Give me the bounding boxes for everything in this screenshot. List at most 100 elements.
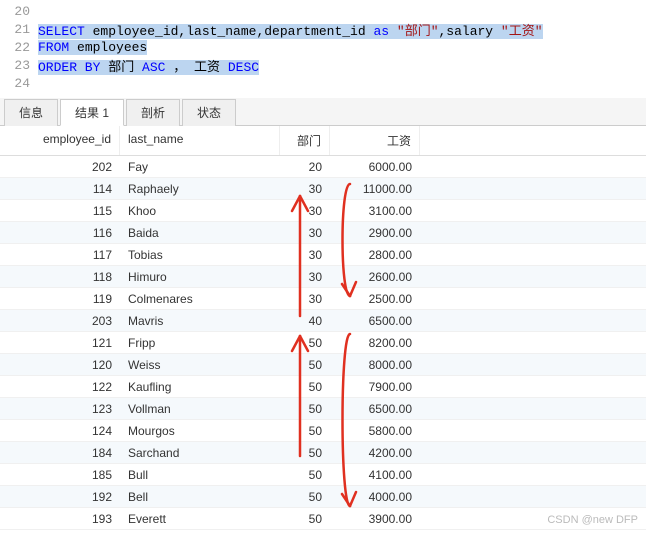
cell-dept: 50 bbox=[280, 510, 330, 528]
cell-last_name: Mourgos bbox=[120, 422, 280, 440]
column-header-salary[interactable]: 工资 bbox=[330, 126, 420, 155]
cell-last_name: Fay bbox=[120, 158, 280, 176]
table-row[interactable]: 202Fay206000.00 bbox=[0, 156, 646, 178]
cell-employee_id: 114 bbox=[0, 180, 120, 198]
tab-信息[interactable]: 信息 bbox=[4, 99, 58, 126]
cell-employee_id: 192 bbox=[0, 488, 120, 506]
table-row[interactable]: 121Fripp508200.00 bbox=[0, 332, 646, 354]
cell-last_name: Khoo bbox=[120, 202, 280, 220]
line-number: 21 bbox=[0, 22, 38, 37]
table-row[interactable]: 192Bell504000.00 bbox=[0, 486, 646, 508]
table-row[interactable]: 115Khoo303100.00 bbox=[0, 200, 646, 222]
cell-salary: 4100.00 bbox=[330, 466, 420, 484]
table-row[interactable]: 123Vollman506500.00 bbox=[0, 398, 646, 420]
cell-salary: 2500.00 bbox=[330, 290, 420, 308]
cell-salary: 6000.00 bbox=[330, 158, 420, 176]
cell-dept: 20 bbox=[280, 158, 330, 176]
column-header-last_name[interactable]: last_name bbox=[120, 126, 280, 155]
result-grid: employee_idlast_name部门工资 202Fay206000.00… bbox=[0, 126, 646, 530]
grid-header: employee_idlast_name部门工资 bbox=[0, 126, 646, 156]
cell-dept: 30 bbox=[280, 268, 330, 286]
code-content[interactable]: ORDER BY 部门 ASC ， 工资 DESC bbox=[38, 56, 259, 75]
line-number: 23 bbox=[0, 58, 38, 73]
cell-employee_id: 122 bbox=[0, 378, 120, 396]
table-row[interactable]: 203Mavris406500.00 bbox=[0, 310, 646, 332]
cell-last_name: Weiss bbox=[120, 356, 280, 374]
cell-employee_id: 184 bbox=[0, 444, 120, 462]
cell-dept: 50 bbox=[280, 422, 330, 440]
cell-salary: 8000.00 bbox=[330, 356, 420, 374]
cell-employee_id: 121 bbox=[0, 334, 120, 352]
cell-employee_id: 118 bbox=[0, 268, 120, 286]
cell-salary: 11000.00 bbox=[330, 180, 420, 198]
cell-salary: 2800.00 bbox=[330, 246, 420, 264]
cell-salary: 3900.00 bbox=[330, 510, 420, 528]
line-number: 20 bbox=[0, 4, 38, 19]
cell-salary: 2600.00 bbox=[330, 268, 420, 286]
editor-line[interactable]: 22FROM employees bbox=[0, 38, 646, 56]
cell-dept: 50 bbox=[280, 444, 330, 462]
editor-line[interactable]: 20 bbox=[0, 2, 646, 20]
cell-dept: 30 bbox=[280, 246, 330, 264]
table-row[interactable]: 117Tobias302800.00 bbox=[0, 244, 646, 266]
cell-employee_id: 185 bbox=[0, 466, 120, 484]
cell-last_name: Bell bbox=[120, 488, 280, 506]
cell-employee_id: 123 bbox=[0, 400, 120, 418]
cell-employee_id: 117 bbox=[0, 246, 120, 264]
tab-状态[interactable]: 状态 bbox=[182, 99, 236, 126]
cell-salary: 8200.00 bbox=[330, 334, 420, 352]
code-content[interactable]: FROM employees bbox=[38, 40, 147, 55]
cell-salary: 5800.00 bbox=[330, 422, 420, 440]
cell-salary: 7900.00 bbox=[330, 378, 420, 396]
tab-剖析[interactable]: 剖析 bbox=[126, 99, 180, 126]
cell-salary: 6500.00 bbox=[330, 400, 420, 418]
table-row[interactable]: 114Raphaely3011000.00 bbox=[0, 178, 646, 200]
cell-dept: 30 bbox=[280, 290, 330, 308]
cell-last_name: Baida bbox=[120, 224, 280, 242]
result-tabs: 信息结果 1剖析状态 bbox=[0, 98, 646, 126]
cell-employee_id: 116 bbox=[0, 224, 120, 242]
cell-dept: 30 bbox=[280, 224, 330, 242]
cell-dept: 30 bbox=[280, 180, 330, 198]
cell-employee_id: 119 bbox=[0, 290, 120, 308]
cell-dept: 50 bbox=[280, 488, 330, 506]
cell-dept: 50 bbox=[280, 334, 330, 352]
cell-salary: 2900.00 bbox=[330, 224, 420, 242]
cell-last_name: Raphaely bbox=[120, 180, 280, 198]
table-row[interactable]: 119Colmenares302500.00 bbox=[0, 288, 646, 310]
editor-line[interactable]: 21SELECT employee_id,last_name,departmen… bbox=[0, 20, 646, 38]
table-row[interactable]: 185Bull504100.00 bbox=[0, 464, 646, 486]
cell-salary: 3100.00 bbox=[330, 202, 420, 220]
cell-salary: 4200.00 bbox=[330, 444, 420, 462]
sql-editor[interactable]: 2021SELECT employee_id,last_name,departm… bbox=[0, 0, 646, 94]
line-number: 22 bbox=[0, 40, 38, 55]
column-header-dept[interactable]: 部门 bbox=[280, 126, 330, 155]
cell-employee_id: 115 bbox=[0, 202, 120, 220]
cell-employee_id: 120 bbox=[0, 356, 120, 374]
tab-结果 1[interactable]: 结果 1 bbox=[60, 99, 124, 126]
table-row[interactable]: 124Mourgos505800.00 bbox=[0, 420, 646, 442]
code-content[interactable]: SELECT employee_id,last_name,department_… bbox=[38, 20, 543, 39]
cell-employee_id: 193 bbox=[0, 510, 120, 528]
editor-line[interactable]: 24 bbox=[0, 74, 646, 92]
cell-last_name: Colmenares bbox=[120, 290, 280, 308]
cell-dept: 30 bbox=[280, 202, 330, 220]
cell-last_name: Sarchand bbox=[120, 444, 280, 462]
cell-last_name: Himuro bbox=[120, 268, 280, 286]
cell-last_name: Kaufling bbox=[120, 378, 280, 396]
table-row[interactable]: 122Kaufling507900.00 bbox=[0, 376, 646, 398]
table-row[interactable]: 116Baida302900.00 bbox=[0, 222, 646, 244]
column-header-employee_id[interactable]: employee_id bbox=[0, 126, 120, 155]
grid-body[interactable]: 202Fay206000.00114Raphaely3011000.00115K… bbox=[0, 156, 646, 530]
cell-salary: 6500.00 bbox=[330, 312, 420, 330]
cell-last_name: Fripp bbox=[120, 334, 280, 352]
editor-line[interactable]: 23ORDER BY 部门 ASC ， 工资 DESC bbox=[0, 56, 646, 74]
app-root: 2021SELECT employee_id,last_name,departm… bbox=[0, 0, 646, 530]
table-row[interactable]: 118Himuro302600.00 bbox=[0, 266, 646, 288]
cell-salary: 4000.00 bbox=[330, 488, 420, 506]
table-row[interactable]: 120Weiss508000.00 bbox=[0, 354, 646, 376]
cell-last_name: Everett bbox=[120, 510, 280, 528]
table-row[interactable]: 184Sarchand504200.00 bbox=[0, 442, 646, 464]
cell-employee_id: 124 bbox=[0, 422, 120, 440]
cell-employee_id: 203 bbox=[0, 312, 120, 330]
